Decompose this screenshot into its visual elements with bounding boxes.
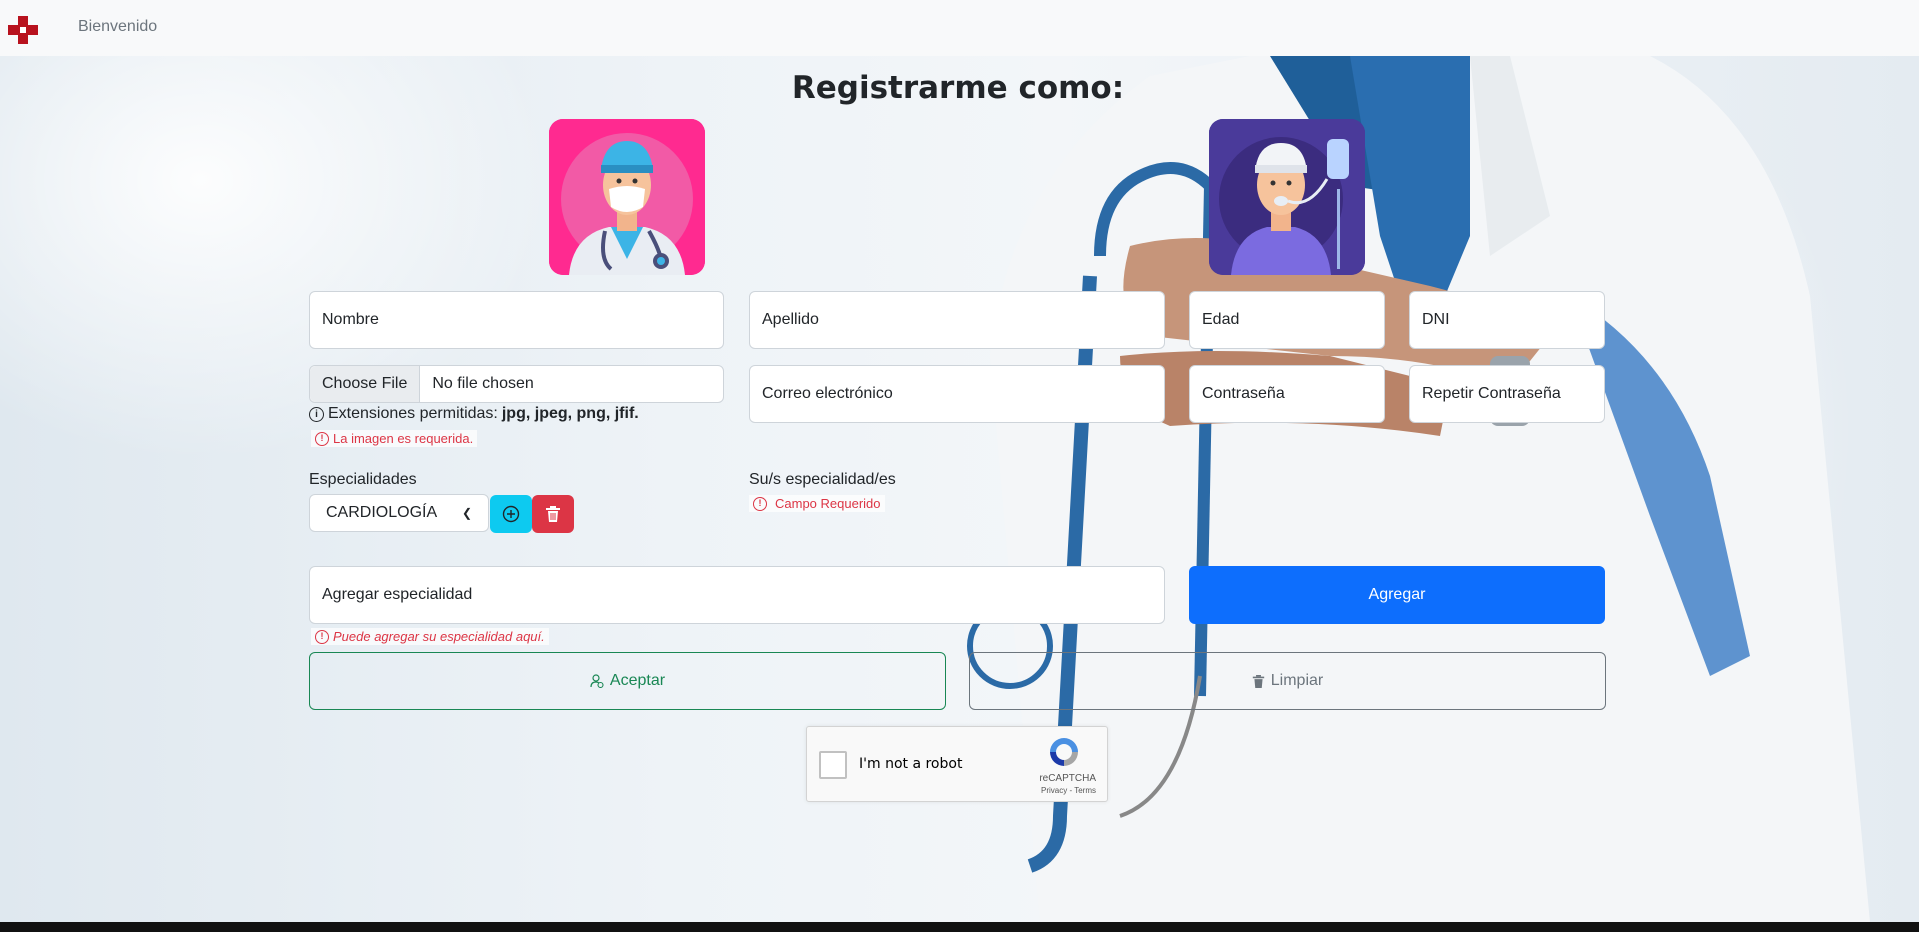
specialty-select[interactable]: CARDIOLOGÍA ❮: [309, 494, 489, 532]
page-title: Registrarme como:: [791, 70, 1125, 106]
specialties-label: Especialidades: [309, 471, 417, 488]
specialty-hint-error: ! Puede agregar su especialidad aquí.: [311, 628, 549, 645]
specialty-selected: CARDIOLOGÍA: [326, 504, 438, 521]
repeat-password-input[interactable]: [1409, 365, 1605, 423]
chevron-down-icon: ❮: [461, 506, 472, 520]
alert-icon: !: [315, 629, 329, 644]
recaptcha-label: I'm not a robot: [859, 756, 963, 772]
extensions-hint: i Extensiones permitidas: jpg, jpeg, png…: [309, 405, 639, 423]
bottom-edge: [0, 922, 1919, 932]
agregar-button[interactable]: Agregar: [1189, 566, 1605, 624]
image-error-text: La imagen es requerida.: [333, 431, 474, 446]
image-file-input[interactable]: Choose File No file chosen: [309, 365, 724, 403]
limpiar-button[interactable]: Limpiar: [969, 652, 1606, 710]
add-specialty-input[interactable]: [309, 566, 1165, 624]
aceptar-label: Aceptar: [609, 672, 666, 689]
nombre-input[interactable]: [309, 291, 724, 349]
dni-input[interactable]: [1409, 291, 1605, 349]
image-error: ! La imagen es requerida.: [311, 430, 478, 447]
brand-cross-icon[interactable]: [8, 16, 38, 44]
password-input[interactable]: [1189, 365, 1385, 423]
recaptcha-terms-link[interactable]: Privacy - Terms: [1041, 786, 1096, 795]
recaptcha-checkbox[interactable]: [819, 751, 847, 779]
nav-link-bienvenido[interactable]: Bienvenido: [78, 18, 157, 36]
alert-icon: !: [315, 431, 329, 446]
file-status: No file chosen: [432, 375, 534, 392]
extensions-list: jpg, jpeg, png, jfif.: [501, 405, 639, 422]
add-specialty-button[interactable]: [490, 495, 532, 533]
plus-circle-icon: [502, 505, 520, 523]
info-icon: i: [309, 406, 324, 422]
doctor-icon: [549, 119, 705, 275]
trash-icon: [546, 506, 560, 522]
trash-icon: [1252, 674, 1264, 688]
specialty-required-error: ! Campo Requerido: [749, 495, 885, 512]
required-error-text: Campo Requerido: [775, 496, 881, 511]
aceptar-button[interactable]: Aceptar: [309, 652, 946, 710]
delete-specialty-button[interactable]: [532, 495, 574, 533]
your-specialties-label: Su/s especialidad/es: [749, 471, 896, 488]
doctor-avatar[interactable]: [549, 119, 705, 275]
patient-avatar[interactable]: [1209, 119, 1365, 275]
correo-input[interactable]: [749, 365, 1165, 423]
extensions-prefix: Extensiones permitidas:: [328, 405, 498, 422]
patient-icon: [1209, 119, 1365, 275]
edad-input[interactable]: [1189, 291, 1385, 349]
choose-file-button[interactable]: Choose File: [310, 366, 421, 402]
alert-icon: !: [753, 496, 767, 511]
limpiar-label: Limpiar: [1270, 672, 1324, 689]
recaptcha-widget: I'm not a robot reCAPTCHA Privacy - Term…: [806, 726, 1108, 802]
navbar: Bienvenido: [0, 0, 1919, 56]
specialty-hint-text: Puede agregar su especialidad aquí.: [333, 629, 545, 644]
apellido-input[interactable]: [749, 291, 1165, 349]
recaptcha-brand: reCAPTCHA: [1039, 773, 1096, 784]
recaptcha-logo-icon: [1050, 738, 1078, 766]
user-check-icon: [590, 674, 604, 688]
